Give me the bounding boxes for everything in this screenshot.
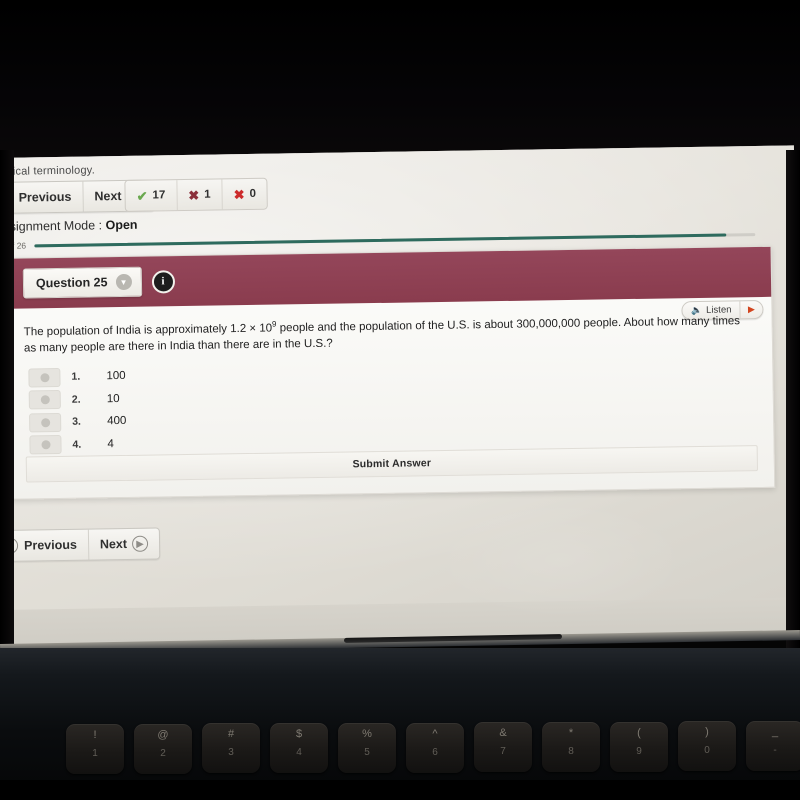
- keyboard-key[interactable]: * 8: [542, 721, 600, 772]
- key-bottom-glyph: 1: [92, 748, 98, 759]
- key-top-glyph: #: [227, 728, 235, 741]
- key-bottom-glyph: -: [773, 745, 777, 756]
- progress-track: [34, 232, 756, 247]
- score-skipped-value: 0: [249, 187, 257, 200]
- question-text: The population of India is approximately…: [24, 309, 752, 356]
- keyboard-key[interactable]: % 5: [338, 722, 396, 773]
- score-correct-value: 17: [152, 189, 166, 202]
- key-bottom-glyph: 9: [636, 745, 642, 757]
- option-value-3: 400: [107, 415, 127, 428]
- laptop-left-bezel: [0, 150, 14, 660]
- key-bottom-glyph: 4: [296, 747, 302, 759]
- key-top-glyph: _: [771, 726, 779, 738]
- key-bottom-glyph: 0: [704, 745, 710, 757]
- radio-button-2[interactable]: [28, 390, 61, 410]
- score-skipped: ✖ 0: [222, 179, 267, 210]
- assignment-mode-value: Open: [105, 217, 138, 233]
- info-icon-glyph: i: [161, 275, 165, 288]
- key-bottom-glyph: 8: [568, 745, 574, 757]
- option-value-2: 10: [106, 392, 120, 406]
- radio-button-3[interactable]: [29, 412, 62, 433]
- top-previous-label: Previous: [18, 189, 72, 205]
- key-top-glyph: ): [705, 726, 709, 739]
- question-selector[interactable]: Question 25 ▼: [22, 266, 142, 299]
- keyboard-key[interactable]: ) 0: [678, 721, 736, 772]
- option-value-4: 4: [107, 437, 115, 451]
- question-card: Question 25 ▼ i 🔈 Listen ▶ The populatio…: [7, 245, 776, 500]
- cross-mark-icon: ✖: [188, 187, 200, 203]
- key-top-glyph: @: [157, 728, 169, 741]
- check-mark-icon: ✔: [136, 188, 148, 204]
- option-value-1: 100: [106, 370, 126, 383]
- bottom-next-label: Next: [99, 536, 128, 552]
- key-bottom-glyph: 7: [500, 746, 506, 758]
- assignment-mode: Assignment Mode : Open: [0, 218, 138, 234]
- key-bottom-glyph: 6: [432, 746, 438, 758]
- key-bottom-glyph: 2: [160, 747, 166, 759]
- progress-fill: [34, 233, 727, 247]
- keyboard-key[interactable]: (9: [610, 721, 668, 772]
- score-summary: ✔ 17 ✖ 1 ✖ 0: [124, 177, 269, 212]
- truncated-top-text: hnical terminology.: [0, 164, 96, 178]
- radio-button-4[interactable]: [29, 435, 62, 455]
- score-incorrect-value: 1: [204, 188, 211, 201]
- laptop-right-bezel: [786, 150, 800, 660]
- keyboard-key[interactable]: $4: [270, 723, 328, 774]
- option-number-3: 3.: [72, 415, 82, 429]
- score-correct: ✔ 17: [125, 180, 178, 211]
- question-card-header: Question 25 ▼ i: [8, 246, 772, 309]
- bottom-next-button[interactable]: Next ▶: [89, 528, 160, 559]
- option-number-1: 1.: [71, 370, 81, 384]
- key-top-glyph: $: [295, 728, 303, 741]
- bottom-navigation: ◀ Previous Next ▶: [0, 527, 161, 563]
- option-number-2: 2.: [71, 393, 81, 406]
- keyboard-key[interactable]: @2: [134, 723, 192, 774]
- info-icon[interactable]: i: [151, 269, 175, 294]
- photo-bottom-border: [0, 780, 800, 800]
- keyboard-key[interactable]: ^ 6: [406, 722, 464, 773]
- question-text-part1: The population of India is approximately…: [23, 322, 273, 339]
- cross-mark-icon: ✖: [233, 186, 245, 202]
- keyboard-key[interactable]: _ -: [746, 721, 800, 771]
- key-bottom-glyph: 3: [228, 747, 234, 759]
- circle-arrow-right-icon: ▶: [131, 535, 149, 552]
- key-top-glyph: (: [637, 726, 641, 739]
- bottom-previous-label: Previous: [23, 537, 78, 553]
- keyboard-key[interactable]: #3: [202, 723, 260, 774]
- laptop-screen: hnical terminology. ◀ Previous Next ▶: [0, 145, 800, 650]
- radio-button-1[interactable]: [28, 367, 61, 388]
- keyboard-key[interactable]: ! 1: [66, 724, 124, 774]
- key-top-glyph: ^: [432, 727, 438, 740]
- assignment-mode-label: Assignment Mode :: [0, 218, 103, 234]
- keyboard-key[interactable]: & 7: [474, 722, 532, 773]
- laptop-keyboard: ! 1 @2 #3 $4% 5 ^ 6 & 7 * 8(9) 0 _ -: [0, 718, 800, 780]
- option-number-4: 4.: [72, 438, 82, 451]
- key-bottom-glyph: 5: [364, 746, 370, 758]
- bottom-nav-group: ◀ Previous Next ▶: [0, 527, 161, 563]
- photo-scene: hnical terminology. ◀ Previous Next ▶: [0, 0, 800, 800]
- submit-answer-label: Submit Answer: [352, 457, 432, 471]
- top-next-label: Next: [94, 189, 122, 204]
- key-top-glyph: %: [362, 727, 372, 740]
- key-top-glyph: !: [93, 729, 97, 741]
- chevron-down-icon[interactable]: ▼: [115, 273, 132, 291]
- score-incorrect: ✖ 1: [177, 179, 223, 211]
- question-number-label: Question 25: [35, 275, 108, 291]
- key-top-glyph: *: [568, 726, 574, 739]
- assignment-page: hnical terminology. ◀ Previous Next ▶: [0, 145, 800, 650]
- answer-options: 1. 100 2. 10 3. 400 4. 4: [28, 362, 329, 457]
- laptop-top-bezel: [0, 0, 800, 160]
- key-top-glyph: &: [499, 727, 507, 740]
